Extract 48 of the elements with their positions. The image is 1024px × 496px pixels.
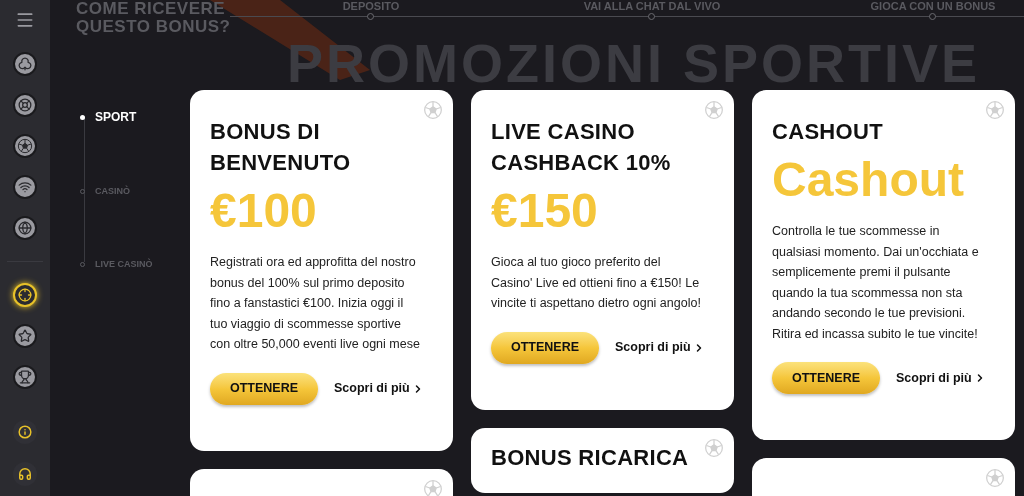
category-tab[interactable]: SPORT	[80, 108, 190, 126]
soccer-ball-icon	[985, 100, 1005, 120]
sidebar-item[interactable]	[13, 175, 37, 199]
soccer-ball-icon	[423, 478, 443, 496]
section-heading: QUESTO BONUS?	[76, 18, 231, 36]
headset-icon	[18, 467, 32, 481]
step-label: DEPOSITO	[341, 0, 401, 13]
get-bonus-button[interactable]: OTTENERE	[772, 362, 880, 394]
sidebar-item[interactable]	[13, 134, 37, 158]
wheel-icon	[18, 98, 32, 112]
card-description: Gioca al tuo gioco preferito del Casino' Live ed ottieni fino a €150! Le vincite ti aspettano dietro ogni angolo!	[491, 254, 702, 312]
menu-icon[interactable]	[15, 10, 35, 30]
sidebar-item[interactable]	[13, 216, 37, 240]
help-button[interactable]	[13, 420, 37, 444]
star-icon	[18, 329, 32, 343]
trophy-icon	[18, 370, 32, 384]
soccer-ball-icon	[17, 138, 33, 154]
sidebar-item[interactable]	[13, 52, 37, 76]
soccer-ball-icon	[985, 468, 1005, 488]
step-label: GIOCA CON UN BONUS	[869, 0, 997, 13]
crosshair-icon	[18, 288, 32, 302]
card-title: CASHOUT	[772, 118, 884, 146]
sidebar-item[interactable]	[13, 324, 37, 348]
learn-more-link[interactable]: Scopri di più	[896, 368, 986, 388]
bonus-amount: €100	[210, 183, 318, 239]
get-bonus-button[interactable]: OTTENERE	[491, 331, 599, 364]
soccer-ball-icon	[423, 100, 443, 120]
soccer-ball-icon	[704, 100, 724, 120]
card-description: Registrati ora ed approfitta del nostro bonus del 100% sul primo deposito fino a fanstastici €100. Inizia oggi il tuo viaggio di scommesse sportive con oltre 50,000 eventi live ogni mese	[210, 254, 421, 353]
info-icon	[18, 425, 32, 439]
bonus-amount: €150	[491, 183, 599, 239]
sidebar-item[interactable]	[13, 93, 37, 117]
sidebar-item[interactable]	[13, 365, 37, 389]
card-description: Controlla le tue scommesse in qualsiasi momento. Dai un'occhiata e semplicemente premi il pulsante quando la tua scommessa non sta andando secondo le tue previsioni. Ritira ed incassa subito le tue vincite!	[772, 223, 980, 343]
get-bonus-button[interactable]: OTTENERE	[210, 372, 318, 405]
learn-more-link[interactable]: Scopri di più	[615, 338, 705, 357]
wifi-icon	[18, 180, 32, 194]
globe-icon	[18, 221, 32, 235]
section-heading: COME RICEVERE	[76, 0, 227, 18]
bonus-amount: Cashout	[772, 152, 965, 208]
soccer-ball-icon	[704, 437, 724, 458]
help-button[interactable]	[13, 462, 37, 486]
step-label: VAI ALLA CHAT DAL VIVO	[582, 0, 722, 13]
card-title: BONUS RICARICA	[491, 443, 690, 472]
learn-more-link[interactable]: Scopri di più	[334, 379, 424, 398]
card-title: LIVE CASINO CASHBACK 10%	[491, 118, 672, 177]
club-icon	[18, 57, 32, 71]
card-title: BONUS DI BENVENUTO	[210, 118, 352, 177]
